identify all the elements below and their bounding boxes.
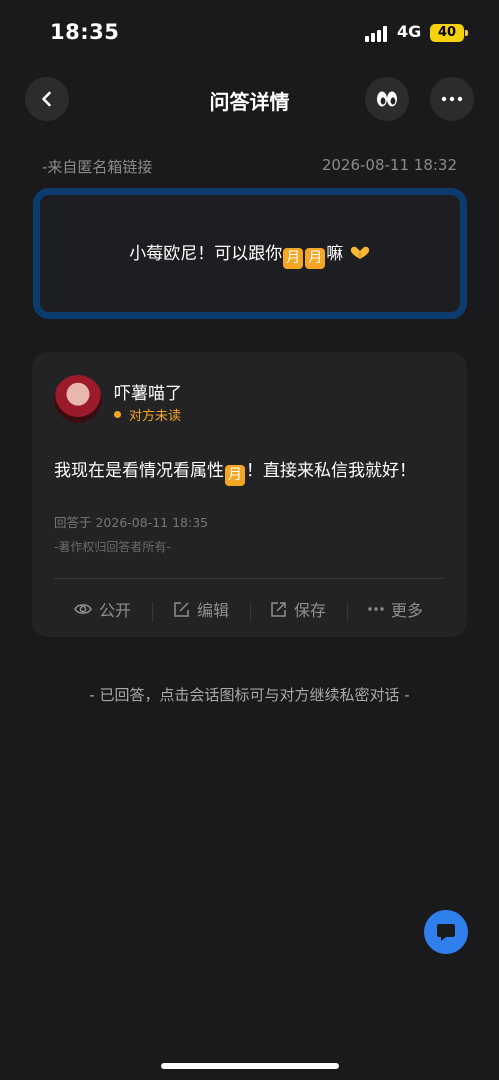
more-actions-button[interactable]: 更多 xyxy=(368,594,423,624)
eyes-emoji-icon xyxy=(377,91,397,107)
question-date: 2026-08-11 18:32 xyxy=(321,156,457,174)
action-separator xyxy=(250,602,251,622)
public-button[interactable]: 公开 xyxy=(74,594,131,624)
edit-button[interactable]: 编辑 xyxy=(173,594,229,624)
network-label: 4G xyxy=(397,22,422,41)
chat-button[interactable] xyxy=(424,910,468,954)
answered-at: 回答于 2026-08-11 18:35 xyxy=(54,515,209,530)
moon-emoji-icon: 月 xyxy=(283,247,304,269)
heart-hands-icon xyxy=(350,246,369,259)
action-separator xyxy=(347,602,348,622)
more-horizontal-icon xyxy=(368,607,384,611)
answer-text-start: 我现在是看情况看属性 xyxy=(54,461,224,481)
chat-bubble-icon xyxy=(437,924,455,941)
signal-icon xyxy=(365,26,391,42)
question-text-start: 小莓欧尼！可以跟你 xyxy=(129,243,283,264)
more-horizontal-icon xyxy=(441,96,463,102)
battery-icon: 40 xyxy=(430,24,464,42)
question-card: 小莓欧尼！可以跟你月月嘛 xyxy=(33,188,467,319)
save-label: 保存 xyxy=(294,601,327,620)
eyes-button[interactable] xyxy=(365,77,409,121)
more-label: 更多 xyxy=(391,601,424,620)
share-export-icon xyxy=(271,601,286,617)
question-source: -来自匿名箱链接 xyxy=(42,158,153,176)
home-indicator xyxy=(161,1063,339,1069)
copyright-note: -著作权归回答者所有- xyxy=(54,540,171,554)
status-bar: 18:35 4G 40 xyxy=(0,0,499,66)
edit-icon xyxy=(174,601,189,617)
eye-icon xyxy=(74,604,92,614)
page-title: 问答详情 xyxy=(209,90,290,114)
avatar[interactable] xyxy=(54,375,102,423)
read-status-label: 对方未读 xyxy=(129,409,182,424)
answer-card: 吓薯喵了 对方未读 我现在是看情况看属性月！直接来私信我就好！ 回答于 2026… xyxy=(32,352,467,637)
question-text: 小莓欧尼！可以跟你月月嘛 xyxy=(129,239,370,269)
more-options-button[interactable] xyxy=(430,77,474,121)
question-text-end: 嘛 xyxy=(326,243,344,264)
answer-actions: 公开 编辑 保存 更多 xyxy=(32,594,467,624)
moon-emoji-icon: 月 xyxy=(225,465,245,486)
read-status: 对方未读 xyxy=(114,405,181,424)
divider xyxy=(54,578,444,579)
conversation-hint: - 已回答，点击会话图标可与对方继续私密对话 - xyxy=(89,686,410,704)
answer-text: 我现在是看情况看属性月！直接来私信我就好！ xyxy=(54,456,416,486)
status-time: 18:35 xyxy=(50,20,120,44)
moon-emoji-icon: 月 xyxy=(305,247,326,269)
save-button[interactable]: 保存 xyxy=(270,594,326,624)
answerer-name[interactable]: 吓薯喵了 xyxy=(114,379,182,404)
public-label: 公开 xyxy=(99,601,132,620)
status-dot-icon xyxy=(114,411,121,418)
action-separator xyxy=(152,602,153,622)
answer-text-end: ！直接来私信我就好！ xyxy=(246,461,416,481)
edit-label: 编辑 xyxy=(197,601,230,620)
battery-tip xyxy=(465,30,468,36)
